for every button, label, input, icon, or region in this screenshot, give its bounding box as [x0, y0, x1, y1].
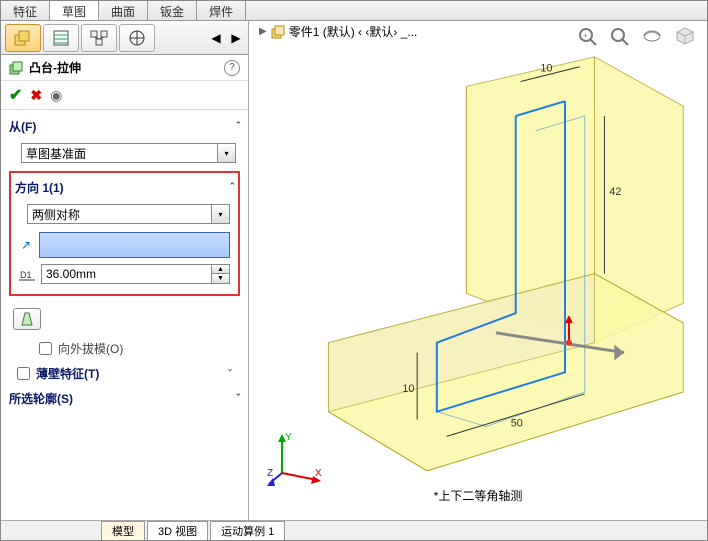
tab-sketch[interactable]: 草图	[50, 1, 99, 20]
thin-feature-label: 薄壁特征(T)	[36, 365, 99, 382]
confirm-row: ✔ ✖ ◉	[1, 81, 248, 110]
orientation-triad[interactable]: Y X Z	[267, 428, 327, 488]
svg-text:+: +	[583, 31, 588, 40]
draft-toggle-button[interactable]	[13, 308, 41, 330]
reverse-direction-icon[interactable]: ↗	[19, 238, 33, 252]
property-manager-tab[interactable]	[43, 24, 79, 52]
end-condition-input[interactable]	[27, 204, 212, 224]
thin-feature-row: 薄壁特征(T) ˇ	[7, 361, 242, 386]
help-icon[interactable]: ?	[224, 60, 240, 76]
direction-vector-selection[interactable]	[39, 232, 230, 258]
svg-text:50: 50	[511, 417, 523, 429]
extrude-icon	[9, 61, 23, 75]
model-preview: 10 42 50 10	[289, 47, 703, 481]
from-input[interactable]	[21, 143, 218, 163]
direction-section-highlight: 方向 1(1) ˆ ▾ ↗ D1 ▲▼	[9, 171, 240, 296]
preview-toggle-icon[interactable]: ◉	[50, 87, 62, 104]
view-orientation-icon[interactable]	[639, 25, 665, 47]
breadcrumb-expand-icon[interactable]: ▶	[259, 26, 267, 37]
collapse-icon: ˆ	[236, 121, 240, 133]
heads-up-toolbar: +	[575, 25, 697, 47]
from-dropdown-button[interactable]: ▾	[218, 143, 236, 163]
end-condition-dropdown-button[interactable]: ▾	[212, 204, 230, 224]
feature-manager-tab[interactable]	[5, 24, 41, 52]
motion-study-tabs: 模型 3D 视图 运动算例 1	[1, 520, 707, 540]
end-condition-combo: ▾	[27, 204, 230, 224]
svg-text:10: 10	[540, 63, 552, 75]
contour-section-header[interactable]: 所选轮廓(S) ˇ	[7, 386, 242, 411]
view-mode-label: *上下二等角轴测	[434, 487, 523, 504]
svg-text:D1: D1	[20, 270, 32, 280]
configuration-manager-tab[interactable]	[81, 24, 117, 52]
graphics-viewport[interactable]: ▶ 零件1 (默认) ‹ ‹默认› _... +	[249, 21, 707, 520]
display-style-icon[interactable]	[671, 25, 697, 47]
bottom-tab-3dview[interactable]: 3D 视图	[147, 521, 208, 540]
manager-tabs: ◀ ▶	[1, 21, 248, 55]
svg-text:42: 42	[609, 186, 621, 198]
feature-header: 凸台-拉伸 ?	[1, 55, 248, 81]
part-label[interactable]: 零件1 (默认) ‹ ‹默认› _...	[289, 23, 418, 40]
dimxpert-manager-tab[interactable]	[119, 24, 155, 52]
svg-text:Y: Y	[285, 432, 292, 443]
draft-outward-checkbox[interactable]	[39, 342, 52, 355]
from-section-header[interactable]: 从(F) ˆ	[7, 114, 242, 139]
svg-text:10: 10	[402, 383, 414, 395]
tab-features[interactable]: 特征	[1, 1, 50, 20]
collapse-icon: ˇ	[236, 393, 240, 405]
confirm-button[interactable]: ✔	[9, 85, 22, 105]
from-label: 从(F)	[9, 118, 36, 135]
bottom-tab-motion[interactable]: 运动算例 1	[210, 521, 285, 540]
svg-text:Z: Z	[267, 468, 273, 479]
tab-sheet-metal[interactable]: 钣金	[148, 1, 197, 20]
depth-row: D1 ▲▼	[19, 264, 230, 284]
svg-text:X: X	[315, 468, 322, 479]
breadcrumb: ▶ 零件1 (默认) ‹ ‹默认› _...	[259, 23, 417, 40]
from-combo: ▾	[21, 143, 236, 163]
draft-outward-row: 向外拔模(O)	[7, 336, 242, 361]
collapse-icon: ˇ	[228, 367, 232, 381]
zoom-to-fit-icon[interactable]: +	[575, 25, 601, 47]
tab-surfaces[interactable]: 曲面	[99, 1, 148, 20]
depth-spinner[interactable]: ▲▼	[212, 264, 230, 284]
contour-label: 所选轮廓(S)	[9, 390, 73, 407]
tab-weldments[interactable]: 焊件	[197, 1, 246, 20]
direction-label: 方向 1(1)	[15, 179, 64, 196]
property-manager-panel: ◀ ▶ 凸台-拉伸 ? ✔ ✖ ◉ 从(F) ˆ ▾	[1, 21, 249, 520]
thin-feature-checkbox[interactable]	[17, 367, 30, 380]
feature-name: 凸台-拉伸	[29, 59, 81, 76]
command-manager-tabs: 特征 草图 曲面 钣金 焊件	[1, 1, 707, 21]
depth-icon: D1	[19, 266, 35, 282]
bottom-tab-model[interactable]: 模型	[101, 521, 145, 540]
draft-outward-label: 向外拔模(O)	[58, 340, 123, 357]
direction-vector-row: ↗	[19, 232, 230, 258]
zoom-to-area-icon[interactable]	[607, 25, 633, 47]
panel-next-icon[interactable]: ▶	[228, 30, 244, 46]
depth-input[interactable]	[41, 264, 212, 284]
part-icon	[271, 25, 285, 39]
collapse-icon: ˆ	[230, 182, 234, 194]
direction-section-header[interactable]: 方向 1(1) ˆ	[13, 175, 236, 200]
cancel-button[interactable]: ✖	[30, 87, 42, 104]
panel-prev-icon[interactable]: ◀	[208, 30, 224, 46]
